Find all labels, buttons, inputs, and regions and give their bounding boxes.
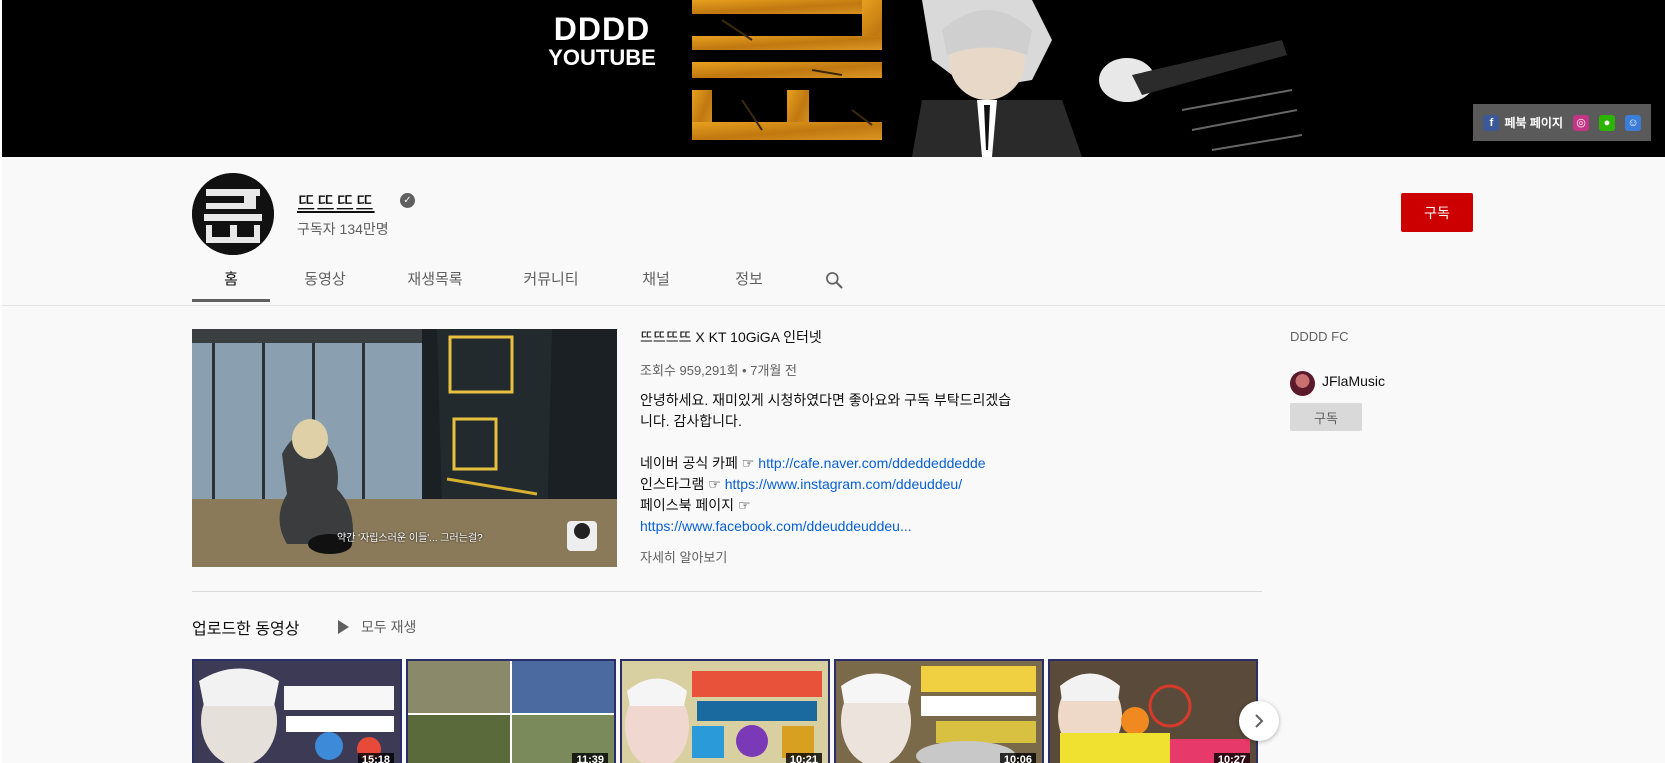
video-thumbnail-image: [1050, 661, 1256, 763]
banner-brand-line2: YOUTUBE: [548, 45, 656, 70]
channel-name[interactable]: 뜨뜨뜨뜨: [297, 187, 375, 216]
search-icon: [826, 272, 843, 289]
channel-banner: DDDD YOUTUBE f 페북 페이지 ◎ ● ☺: [2, 0, 1665, 157]
tab-search[interactable]: [798, 264, 870, 302]
featured-video-description: 안녕하세요. 재미있게 시청하였다면 좋아요와 구독 부탁드리겠습 니다. 감사…: [640, 390, 1050, 537]
video-thumbnail-image: [408, 661, 614, 763]
tab-about[interactable]: 정보: [700, 264, 798, 302]
video-thumbnail-image: [622, 661, 828, 763]
featured-video-meta: 조회수 959,291회 • 7개월 전: [640, 363, 797, 378]
featured-desc-insta: 인스타그램 ☞ https://www.instagram.com/ddeudd…: [640, 476, 963, 492]
channel-avatar[interactable]: [192, 173, 274, 255]
read-more-link[interactable]: 자세히 알아보기: [640, 547, 727, 566]
banner-facebook-label: 페북 페이지: [1504, 116, 1563, 130]
subscriber-count: 구독자 134만명: [297, 221, 389, 237]
video-thumbnail[interactable]: 10:27: [1048, 659, 1258, 763]
channel-header: 뜨뜨뜨뜨 ✓ 구독자 134만명 구독 홈 동영상 재생목록 커뮤니티 채널 정…: [2, 157, 1665, 305]
featured-channel-name[interactable]: JFlaMusic: [1322, 373, 1385, 389]
featured-channel-subscribe-button[interactable]: 구독: [1290, 403, 1362, 431]
channel-tabs: 홈 동영상 재생목록 커뮤니티 채널 정보: [192, 264, 870, 302]
banner-character-art: [882, 0, 1302, 157]
instagram-link[interactable]: https://www.instagram.com/ddeuddeu/: [725, 476, 962, 492]
uploads-shelf: 15:18 11:39 10:21 10:06 10:27: [192, 659, 1258, 763]
video-duration: 10:21: [785, 753, 822, 763]
facebook-icon: f: [1483, 114, 1500, 131]
banner-links: f 페북 페이지 ◎ ● ☺: [1473, 104, 1651, 141]
tab-community[interactable]: 커뮤니티: [490, 264, 612, 302]
featured-desc-line2: 니다. 감사합니다.: [640, 413, 742, 429]
video-thumbnail[interactable]: 15:18: [192, 659, 402, 763]
featured-video-caption: 약간 '자립스러운 이들'... 그러는걸?: [337, 533, 483, 544]
banner-brand: DDDD YOUTUBE: [547, 12, 657, 70]
video-thumbnail[interactable]: 10:06: [834, 659, 1044, 763]
subscribe-button[interactable]: 구독: [1401, 193, 1473, 232]
section-divider: [192, 591, 1262, 592]
naver-cafe-link[interactable]: http://cafe.naver.com/ddeddeddedde: [758, 455, 985, 471]
video-duration: 15:18: [357, 753, 394, 763]
video-duration: 11:39: [572, 753, 608, 763]
uploads-section-title[interactable]: 업로드한 동영상: [192, 615, 300, 639]
banner-facebook-link[interactable]: f 페북 페이지: [1483, 114, 1563, 131]
kakao-icon[interactable]: ●: [1599, 114, 1615, 131]
instagram-icon[interactable]: ◎: [1573, 114, 1589, 131]
play-all-button[interactable]: 모두 재생: [338, 617, 416, 637]
featured-channels-title: DDDD FC: [1290, 329, 1349, 344]
featured-desc-line1: 안녕하세요. 재미있게 시청하였다면 좋아요와 구독 부탁드리겠습: [640, 392, 1012, 408]
tab-channels[interactable]: 채널: [612, 264, 700, 302]
featured-desc-naver: 네이버 공식 카페 ☞ http://cafe.naver.com/ddedde…: [640, 455, 986, 471]
shelf-next-button[interactable]: [1239, 701, 1279, 741]
featured-video-title[interactable]: 뜨뜨뜨뜨 X KT 10GiGA 인터넷: [640, 327, 822, 347]
play-icon: [338, 620, 349, 634]
tab-home[interactable]: 홈: [192, 264, 270, 302]
cafe-icon[interactable]: ☺: [1625, 114, 1641, 131]
video-duration: 10:27: [1213, 753, 1250, 763]
play-all-label: 모두 재생: [361, 619, 417, 635]
channel-avatar-logo: [192, 173, 274, 255]
video-thumbnail-image: [836, 661, 1042, 763]
featured-channel-avatar[interactable]: [1290, 371, 1315, 396]
video-thumbnail-image: [194, 661, 400, 763]
verified-check-icon: ✓: [400, 193, 415, 208]
video-duration: 10:06: [999, 753, 1036, 763]
featured-video-thumbnail[interactable]: 약간 '자립스러운 이들'... 그러는걸?: [192, 329, 617, 567]
tab-playlists[interactable]: 재생목록: [380, 264, 490, 302]
chevron-right-icon: [1255, 714, 1264, 728]
facebook-link[interactable]: https://www.facebook.com/ddeuddeuddeu...: [640, 518, 912, 534]
channel-home-content: 약간 '자립스러운 이들'... 그러는걸? 뜨뜨뜨뜨 X KT 10GiGA …: [2, 305, 1665, 763]
video-thumbnail[interactable]: 11:39: [406, 659, 616, 763]
content-top-border: [2, 305, 1665, 306]
video-thumbnail[interactable]: 10:21: [620, 659, 830, 763]
featured-desc-fb-label: 페이스북 페이지 ☞: [640, 497, 751, 513]
banner-brand-line1: DDDD: [553, 11, 651, 47]
tab-videos[interactable]: 동영상: [270, 264, 380, 302]
